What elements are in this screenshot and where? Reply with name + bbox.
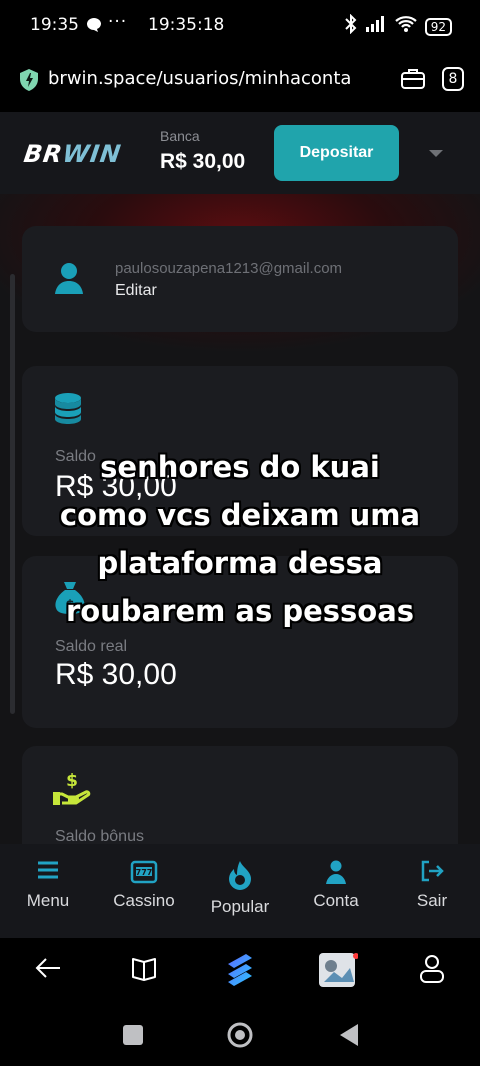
bank-value: R$ 30,00 — [160, 150, 246, 173]
app-thumbnail-icon[interactable] — [318, 952, 359, 993]
logout-icon — [420, 860, 444, 887]
hand-money-icon: $ — [52, 770, 92, 811]
bonus-balance-label: Saldo bônus — [55, 828, 144, 844]
profile-icon[interactable] — [418, 954, 446, 989]
browser-bottom-bar — [0, 938, 480, 1004]
coins-icon — [52, 390, 88, 431]
back-arrow-icon[interactable] — [34, 954, 62, 987]
wifi-icon — [394, 15, 417, 38]
nav-item-conta[interactable]: Conta — [288, 844, 384, 938]
status-bar: 19:35 ··· 19:35:18 92 — [0, 0, 480, 52]
home-icon[interactable] — [226, 1021, 254, 1054]
site-header: BRWIN Banca R$ 30,00 Depositar — [0, 112, 480, 194]
shield-icon[interactable] — [18, 68, 40, 97]
caption-line: como vcs deixam uma — [59, 498, 421, 532]
nav-label: Cassino — [113, 891, 175, 910]
caption-line: plataforma dessa — [97, 546, 383, 580]
caption-line: roubarem as pessoas — [65, 594, 415, 628]
nav-label: Popular — [210, 897, 270, 916]
menu-icon — [37, 860, 59, 885]
system-nav-bar — [0, 1004, 480, 1066]
logo-text-accent: WIN — [60, 140, 124, 168]
browser-url-bar[interactable]: brwin.space/usuarios/minhaconta 8 — [0, 52, 480, 112]
status-time: 19:35 — [30, 15, 79, 35]
user-icon — [325, 860, 347, 889]
edit-profile-link[interactable]: Editar — [115, 282, 157, 300]
profile-email: paulosouzapena1213@gmail.com — [115, 260, 343, 277]
svg-text:$: $ — [66, 771, 78, 791]
caption-line: senhores do kuai — [100, 450, 380, 484]
browser-app-icon[interactable] — [220, 950, 260, 995]
real-balance-value: R$ 30,00 — [55, 658, 177, 691]
nav-item-popular[interactable]: Popular — [192, 844, 288, 938]
bonus-balance-card: $ Saldo bônus — [22, 746, 458, 844]
nav-item-sair[interactable]: Sair — [384, 844, 480, 938]
status-clock-seconds: 19:35:18 — [148, 15, 225, 35]
url-text[interactable]: brwin.space/usuarios/minhaconta — [48, 68, 351, 89]
nav-label: Menu — [26, 891, 70, 910]
deposit-button[interactable]: Depositar — [274, 125, 399, 181]
bank-balance: Banca R$ 30,00 — [160, 128, 245, 174]
profile-card: paulosouzapena1213@gmail.com Editar — [22, 226, 458, 332]
slot-machine-icon: 777 — [130, 860, 158, 889]
recent-apps-icon[interactable] — [122, 1024, 144, 1051]
chat-icon — [86, 17, 102, 38]
user-icon — [54, 262, 84, 299]
nav-label: Sair — [416, 891, 448, 910]
nav-item-cassino[interactable]: 777 Cassino — [96, 844, 192, 938]
svg-text:777: 777 — [136, 868, 153, 877]
bank-label: Banca — [160, 128, 200, 144]
logo-text-main: BR — [22, 140, 65, 168]
flame-icon — [227, 860, 253, 895]
nav-item-menu[interactable]: Menu — [0, 844, 96, 938]
book-icon[interactable] — [130, 954, 158, 987]
briefcase-icon[interactable] — [400, 66, 426, 95]
video-caption-overlay: senhores do kuai como vcs deixam uma pla… — [0, 443, 480, 635]
battery-icon: 92 — [424, 17, 452, 36]
chevron-down-icon[interactable] — [429, 150, 443, 157]
bluetooth-icon — [345, 13, 357, 39]
real-balance-label: Saldo real — [55, 638, 128, 655]
status-right-icons: 92 — [345, 13, 452, 39]
brand-logo[interactable]: BRWIN — [22, 140, 123, 168]
signal-icon — [365, 15, 387, 38]
back-triangle-icon[interactable] — [338, 1022, 360, 1053]
more-notifications-icon: ··· — [108, 12, 128, 32]
tab-count-button[interactable]: 8 — [442, 67, 464, 91]
nav-label: Conta — [313, 891, 359, 910]
site-bottom-nav: Menu 777 Cassino Popular Conta Sair — [0, 844, 480, 938]
